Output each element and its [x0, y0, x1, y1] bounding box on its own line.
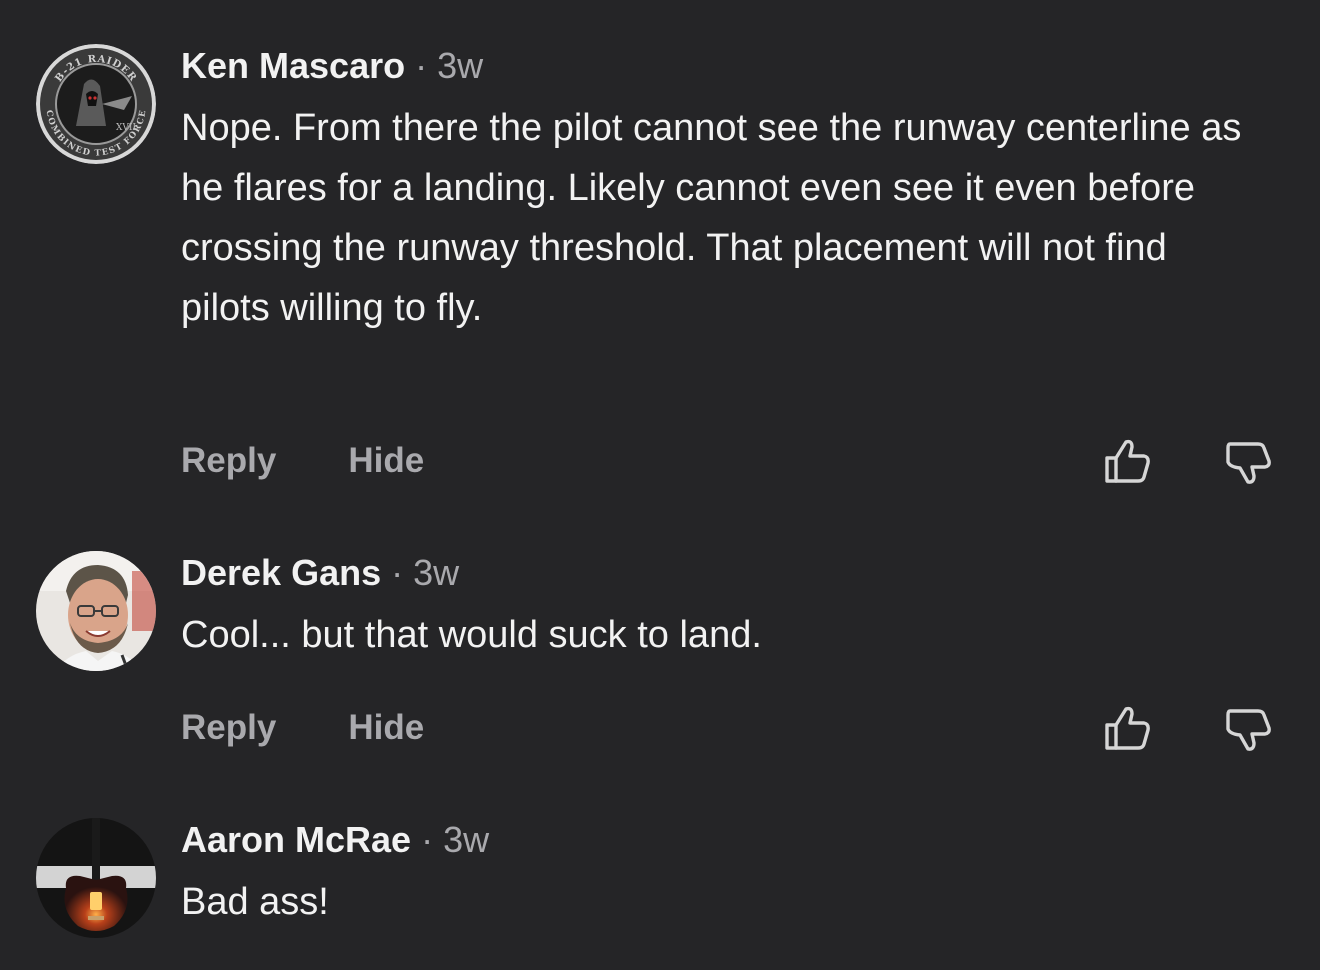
badge-avatar-image: B-21 RAIDER COMBINED TEST FORCE XVII: [36, 44, 156, 164]
comment-header: Aaron McRae · 3w: [181, 818, 489, 862]
thumbs-up-icon[interactable]: [1102, 703, 1154, 755]
separator-dot: ·: [391, 552, 404, 593]
separator-dot: ·: [415, 45, 428, 86]
avatar[interactable]: B-21 RAIDER COMBINED TEST FORCE XVII: [36, 44, 156, 164]
reply-button[interactable]: Reply: [181, 441, 276, 480]
thumbs-up-icon[interactable]: [1102, 436, 1154, 488]
hide-button[interactable]: Hide: [348, 708, 424, 747]
timestamp[interactable]: 3w: [443, 819, 489, 860]
reply-button[interactable]: Reply: [181, 708, 276, 747]
timestamp[interactable]: 3w: [413, 552, 459, 593]
comment-header: Ken Mascaro · 3w: [181, 44, 483, 88]
author-name[interactable]: Derek Gans: [181, 552, 381, 593]
avatar[interactable]: [36, 551, 156, 671]
thumbs-down-icon[interactable]: [1222, 703, 1274, 755]
comment-header: Derek Gans · 3w: [181, 551, 459, 595]
author-name[interactable]: Aaron McRae: [181, 819, 411, 860]
author-name[interactable]: Ken Mascaro: [181, 45, 405, 86]
hide-button[interactable]: Hide: [348, 441, 424, 480]
svg-text:XVII: XVII: [116, 123, 136, 133]
guitar-avatar-image: [36, 818, 156, 938]
comment-actions: Reply Hide: [181, 441, 424, 481]
separator-dot: ·: [421, 819, 434, 860]
comment-actions: Reply Hide: [181, 708, 424, 748]
person-avatar-image: [36, 551, 156, 671]
comment-text: Bad ass!: [181, 881, 329, 923]
avatar[interactable]: [36, 818, 156, 938]
timestamp[interactable]: 3w: [437, 45, 483, 86]
comment-text: Cool... but that would suck to land.: [181, 614, 762, 656]
thumbs-down-icon[interactable]: [1222, 436, 1274, 488]
comment-text: Nope. From there the pilot cannot see th…: [181, 107, 1242, 329]
